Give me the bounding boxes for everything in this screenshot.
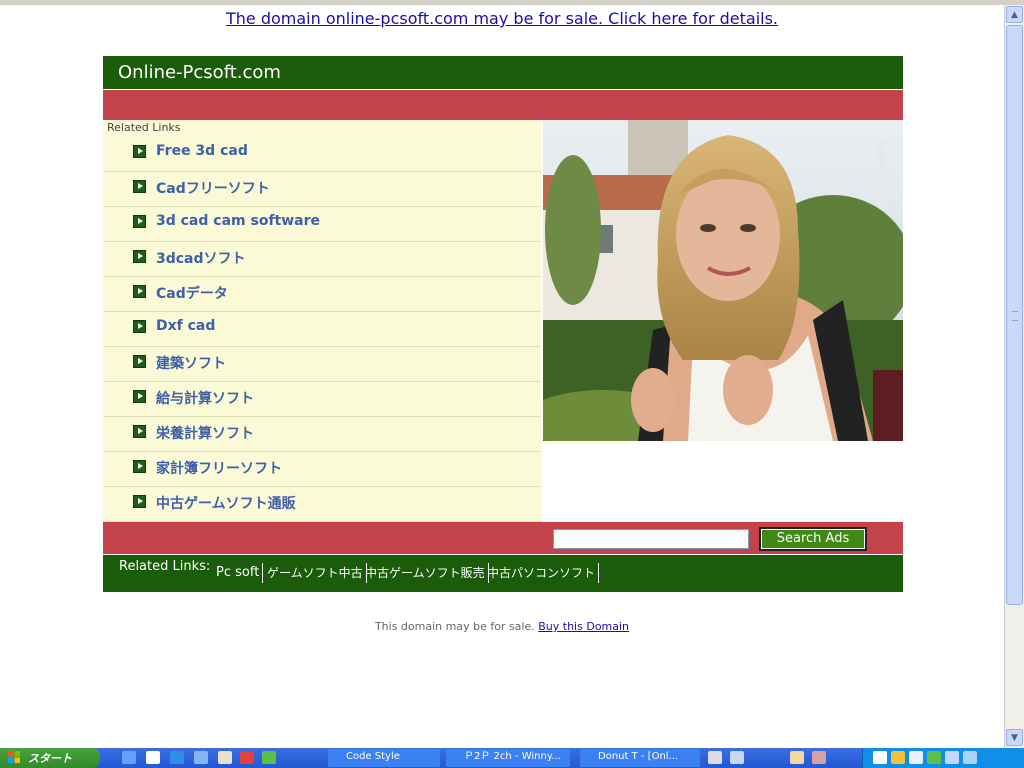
footer-text: This domain may be for sale.	[374, 620, 535, 633]
related-link-label[interactable]: Dxf cad	[156, 318, 215, 334]
footer: This domain may be for sale. Buy this Do…	[0, 620, 1004, 633]
keyboard-icon[interactable]	[708, 751, 722, 764]
site-name[interactable]: Online-Pcsoft.com	[118, 62, 281, 83]
scroll-down-icon[interactable]: ▼	[1006, 729, 1023, 746]
quicklaunch-mail-icon[interactable]	[146, 751, 160, 764]
search-bar: Search Ads	[103, 522, 903, 554]
related-link-label[interactable]: 建築ソフト	[156, 353, 226, 373]
tray-info-icon[interactable]	[909, 751, 923, 764]
grip-icon	[1012, 311, 1018, 321]
start-button[interactable]: スタート	[0, 748, 100, 768]
quicklaunch-folder-icon[interactable]	[218, 751, 232, 764]
related-link-item[interactable]: 3dcadソフト	[103, 242, 541, 277]
related-link-item[interactable]: 3d cad cam software	[103, 207, 541, 242]
search-input[interactable]	[553, 529, 749, 549]
related-link-label[interactable]: 家計簿フリーソフト	[156, 458, 282, 478]
related-links-bar-title: Related Links:	[119, 559, 211, 574]
related-link-label[interactable]: Free 3d cad	[156, 143, 248, 159]
arrow-bullet-icon	[133, 320, 146, 333]
scroll-up-icon[interactable]: ▲	[1006, 6, 1023, 23]
domain-sale-link[interactable]: The domain online-pcsoft.com may be for …	[0, 9, 1004, 28]
quicklaunch-app-icon[interactable]	[240, 751, 254, 764]
tray-network-icon[interactable]	[873, 751, 887, 764]
arrow-bullet-icon	[133, 425, 146, 438]
scrollbar-thumb[interactable]	[1006, 25, 1023, 605]
related-links-list: Free 3d cad Cadフリーソフト 3d cad cam softwar…	[103, 137, 541, 522]
arrow-bullet-icon	[133, 460, 146, 473]
related-link-item[interactable]: 中古ゲームソフト通販	[103, 487, 541, 522]
quicklaunch-ie-icon[interactable]	[170, 751, 184, 764]
arrow-bullet-icon	[133, 355, 146, 368]
related-links-bar: Related Links: Pc soft ゲームソフト中古 中古ゲームソフト…	[103, 555, 903, 592]
ime-tool-icon[interactable]	[812, 751, 826, 764]
arrow-bullet-icon	[133, 495, 146, 508]
related-link-item[interactable]: 給与計算ソフト	[103, 382, 541, 417]
quicklaunch-desktop-icon[interactable]	[122, 751, 136, 764]
arrow-bullet-icon	[133, 285, 146, 298]
taskbar-task[interactable]: Ｐ2Ｐ 2ch - Winny...	[446, 749, 570, 767]
related-link-item[interactable]: 家計簿フリーソフト	[103, 452, 541, 487]
related-link-label[interactable]: 3d cad cam software	[156, 213, 320, 229]
related-link-label[interactable]: Cadフリーソフト	[156, 178, 270, 198]
tray-folder-icon[interactable]	[891, 751, 905, 764]
related-link-item[interactable]: 栄養計算ソフト	[103, 417, 541, 452]
related-bar-link[interactable]: Pc soft	[213, 563, 264, 583]
header-red-band	[103, 90, 903, 120]
related-link-item[interactable]: Cadデータ	[103, 277, 541, 312]
tray-check-icon[interactable]	[927, 751, 941, 764]
related-bar-link[interactable]: ゲームソフト中古	[264, 563, 367, 583]
related-link-label[interactable]: 栄養計算ソフト	[156, 423, 254, 443]
system-tray	[862, 748, 1024, 768]
related-link-item[interactable]: Dxf cad	[103, 312, 541, 347]
quicklaunch-green-icon[interactable]	[262, 751, 276, 764]
ime-icon[interactable]	[730, 751, 744, 764]
related-link-item[interactable]: Free 3d cad	[103, 137, 541, 172]
start-label: スタート	[28, 752, 72, 765]
tray-speaker-icon[interactable]	[963, 751, 977, 764]
related-link-label[interactable]: 3dcadソフト	[156, 248, 246, 268]
search-ads-button[interactable]: Search Ads	[759, 527, 867, 551]
related-links-title: Related Links	[107, 121, 181, 134]
ime-mode-icon[interactable]	[790, 751, 804, 764]
arrow-bullet-icon	[133, 390, 146, 403]
arrow-bullet-icon	[133, 145, 146, 158]
windows-taskbar: スタート Code Style Ｐ2Ｐ 2ch - Winny... Donut…	[0, 748, 1024, 768]
site-header: Online-Pcsoft.com	[103, 56, 903, 89]
related-bar-link[interactable]: 中古ゲームソフト販売	[362, 563, 489, 583]
windows-flag-icon	[8, 751, 20, 763]
arrow-bullet-icon	[133, 215, 146, 228]
student-photo	[543, 120, 903, 441]
related-link-label[interactable]: Cadデータ	[156, 283, 228, 303]
quicklaunch-media-icon[interactable]	[194, 751, 208, 764]
related-links-panel: Related Links Free 3d cad Cadフリーソフト 3d c…	[103, 120, 541, 522]
related-link-item[interactable]: Cadフリーソフト	[103, 172, 541, 207]
arrow-bullet-icon	[133, 180, 146, 193]
related-bar-link[interactable]: 中古パソコンソフト	[484, 563, 600, 583]
buy-domain-link[interactable]: Buy this Domain	[538, 620, 629, 633]
taskbar-task[interactable]: Donut T - [Onl...	[580, 749, 700, 767]
arrow-bullet-icon	[133, 250, 146, 263]
vertical-scrollbar[interactable]: ▲ ▼	[1004, 5, 1024, 748]
student-photo-illustration	[543, 120, 903, 441]
related-link-item[interactable]: 建築ソフト	[103, 347, 541, 382]
related-link-label[interactable]: 給与計算ソフト	[156, 388, 254, 408]
related-link-label[interactable]: 中古ゲームソフト通販	[156, 493, 296, 513]
taskbar-task[interactable]: Code Style	[328, 749, 440, 767]
tray-volume-icon[interactable]	[945, 751, 959, 764]
